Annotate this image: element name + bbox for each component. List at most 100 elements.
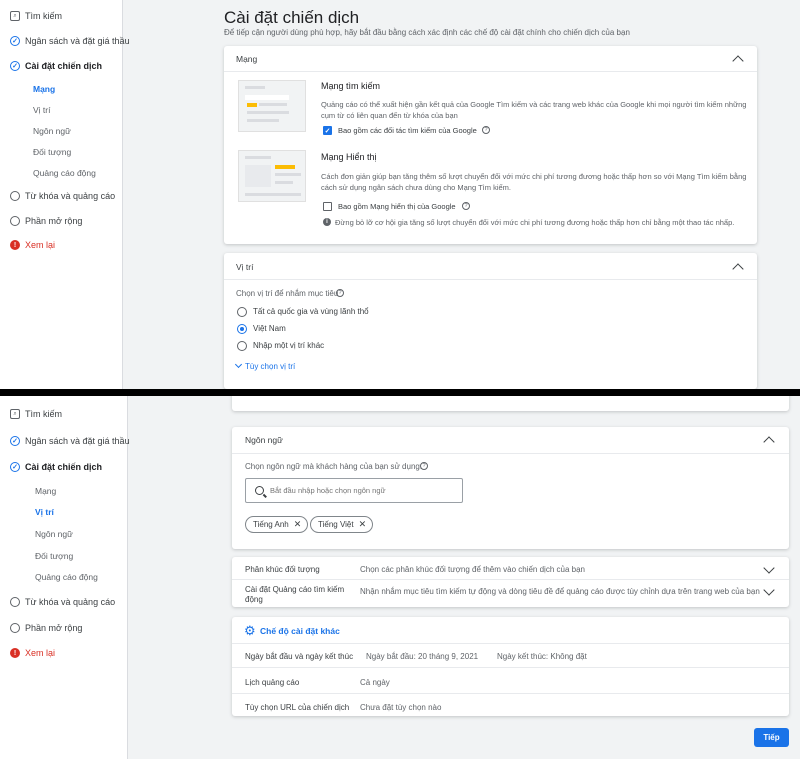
search-icon (255, 486, 264, 495)
top-screenshot-panel: ⌕ Tìm kiếm ✓ Ngân sách và đặt giá thầu ✓… (0, 0, 800, 389)
empty-circle-icon (10, 216, 20, 226)
language-search-field[interactable] (245, 478, 463, 503)
card-title: Vị trí (236, 262, 254, 272)
search-network-description: Quảng cáo có thể xuất hiện gần kết quả c… (321, 100, 747, 120)
chip-label: Tiếng Anh (253, 520, 289, 529)
dsa-row-label: Cài đặt Quảng cáo tìm kiếm động (245, 585, 345, 604)
url-options-value[interactable]: Chưa đặt tùy chọn nào (360, 703, 441, 712)
empty-circle-icon (10, 623, 20, 633)
sidebar-subitem-audience[interactable]: Đối tượng (33, 147, 71, 157)
sidebar-item-label: Xem lại (25, 648, 56, 658)
url-options-label: Tùy chọn URL của chiến dịch (245, 703, 350, 712)
sidebar-item-extensions[interactable]: Phần mở rộng (10, 216, 82, 226)
dates-label: Ngày bắt đầu và ngày kết thúc (245, 652, 354, 661)
empty-circle-icon (10, 191, 20, 201)
radio-label: Tất cả quốc gia và vùng lãnh thổ (253, 307, 369, 316)
divider (232, 643, 789, 644)
language-card: Ngôn ngữ Chọn ngôn ngữ mà khách hàng của… (232, 427, 789, 549)
sidebar-subitem-dynamic-ads[interactable]: Quảng cáo động (35, 572, 98, 582)
display-network-title: Mạng Hiển thị (321, 152, 377, 162)
expand-chevron-icon (234, 360, 243, 369)
sidebar-item-review[interactable]: ! Xem lại (10, 648, 55, 658)
collapse-chevron-icon[interactable] (732, 263, 744, 275)
more-settings-title[interactable]: Chế độ cài đặt khác (260, 626, 340, 636)
help-icon[interactable]: ? (336, 289, 344, 297)
sidebar-item-search[interactable]: ⌕ Tìm kiếm (10, 409, 62, 419)
divider (224, 71, 757, 72)
page-title: Cài đặt chiến dịch (224, 8, 360, 27)
schedule-value[interactable]: Cả ngày (360, 678, 390, 687)
radio-label: Nhập một vị trí khác (253, 341, 325, 350)
schedule-label: Lịch quảng cáo (245, 678, 300, 687)
next-button[interactable]: Tiếp (754, 728, 789, 747)
sidebar-item-campaign-settings[interactable]: ✓ Cài đặt chiến dịch (10, 61, 102, 71)
search-network-illustration (238, 80, 306, 132)
language-search-input[interactable] (270, 486, 450, 495)
check-circle-icon: ✓ (10, 61, 20, 71)
search-campaign-icon: ⌕ (10, 11, 20, 21)
sidebar: ⌕ Tìm kiếm ✓ Ngân sách và đặt giá thầu ✓… (0, 396, 130, 759)
divider (224, 279, 757, 280)
gear-icon[interactable]: ⚙ (244, 623, 256, 639)
location-card-remnant: Tùy chọn vị trí (232, 396, 789, 411)
sidebar-item-label: Tìm kiếm (25, 11, 62, 21)
language-prompt: Chọn ngôn ngữ mà khách hàng của bạn sử d… (245, 462, 423, 471)
sidebar-subitem-location[interactable]: Vị trí (33, 105, 50, 115)
link-label: Tùy chọn vị trí (245, 362, 296, 371)
expand-chevron-icon[interactable] (763, 562, 775, 574)
audience-row-label: Phân khúc đối tượng (245, 565, 320, 574)
sidebar-subitem-location[interactable]: Vị trí (35, 507, 54, 517)
display-network-illustration (238, 150, 306, 202)
search-campaign-icon: ⌕ (10, 409, 20, 419)
radio-all-countries[interactable] (237, 307, 247, 317)
sidebar-subitem-network[interactable]: Mạng (33, 84, 55, 94)
display-network-checkbox[interactable] (323, 202, 332, 211)
sidebar-item-keywords[interactable]: Từ khóa và quảng cáo (10, 597, 115, 607)
sidebar-item-label: Từ khóa và quảng cáo (25, 191, 116, 201)
sidebar-item-extensions[interactable]: Phần mở rộng (10, 623, 82, 633)
radio-vietnam[interactable] (237, 324, 247, 334)
sidebar-item-review[interactable]: ! Xem lại (10, 240, 55, 250)
network-card: Mạng Mạng tìm kiếm Quảng cáo có thể xuất… (224, 46, 757, 244)
divider (232, 693, 789, 694)
help-icon[interactable]: ? (462, 202, 470, 210)
language-chip-english[interactable]: Tiếng Anh ✕ (245, 516, 309, 533)
collapse-chevron-icon[interactable] (732, 55, 744, 67)
sidebar-item-campaign-settings[interactable]: ✓ Cài đặt chiến dịch (10, 462, 102, 472)
sidebar-subitem-language[interactable]: Ngôn ngữ (35, 529, 73, 539)
collapse-chevron-icon[interactable] (763, 436, 775, 448)
sidebar-subitem-dynamic-ads[interactable]: Quảng cáo động (33, 168, 96, 178)
radio-label: Việt Nam (253, 324, 286, 333)
collapsed-settings-card: Phân khúc đối tượng Chọn các phân khúc đ… (232, 557, 789, 607)
radio-other-location[interactable] (237, 341, 247, 351)
sidebar-subitem-language[interactable]: Ngôn ngữ (33, 126, 71, 136)
divider (232, 579, 789, 580)
sidebar-subitem-network[interactable]: Mạng (35, 486, 56, 496)
display-network-description: Cách đơn giản giúp bạn tăng thêm số lượt… (321, 172, 747, 192)
sidebar-item-keywords[interactable]: Từ khóa và quảng cáo (10, 191, 115, 201)
sidebar-subitem-audience[interactable]: Đối tượng (35, 551, 73, 561)
search-partners-checkbox[interactable]: ✓ (323, 126, 332, 135)
sidebar-item-budget[interactable]: ✓ Ngân sách và đặt giá thầu (10, 436, 130, 446)
sidebar-item-budget[interactable]: ✓ Ngân sách và đặt giá thầu (10, 36, 130, 46)
remove-chip-icon[interactable]: ✕ (359, 519, 367, 530)
page-subtitle: Để tiếp cận người dùng phù hợp, hãy bắt … (224, 28, 630, 37)
screenshot-separator (0, 389, 800, 396)
sidebar-item-label: Tìm kiếm (25, 409, 62, 419)
sidebar-item-label: Ngân sách và đặt giá thầu (25, 436, 130, 446)
expand-chevron-icon[interactable] (763, 584, 775, 596)
sidebar: ⌕ Tìm kiếm ✓ Ngân sách và đặt giá thầu ✓… (0, 0, 130, 389)
divider (232, 453, 789, 454)
remove-chip-icon[interactable]: ✕ (294, 519, 302, 530)
start-date-value[interactable]: Ngày bắt đầu: 20 tháng 9, 2021 (366, 652, 478, 661)
help-icon[interactable]: ? (482, 126, 490, 134)
sidebar-item-label: Phần mở rộng (25, 623, 83, 633)
help-icon[interactable]: ? (420, 462, 428, 470)
location-card: Vị trí Chọn vị trí để nhắm mục tiêu ? Tấ… (224, 253, 757, 389)
location-options-link[interactable]: Tùy chọn vị trí (234, 360, 296, 371)
end-date-value[interactable]: Ngày kết thúc: Không đặt (497, 652, 587, 661)
sidebar-item-search[interactable]: ⌕ Tìm kiếm (10, 11, 62, 21)
sidebar-item-label: Phần mở rộng (25, 216, 83, 226)
error-icon: ! (10, 648, 20, 658)
language-chip-vietnamese[interactable]: Tiếng Việt ✕ (310, 516, 374, 533)
